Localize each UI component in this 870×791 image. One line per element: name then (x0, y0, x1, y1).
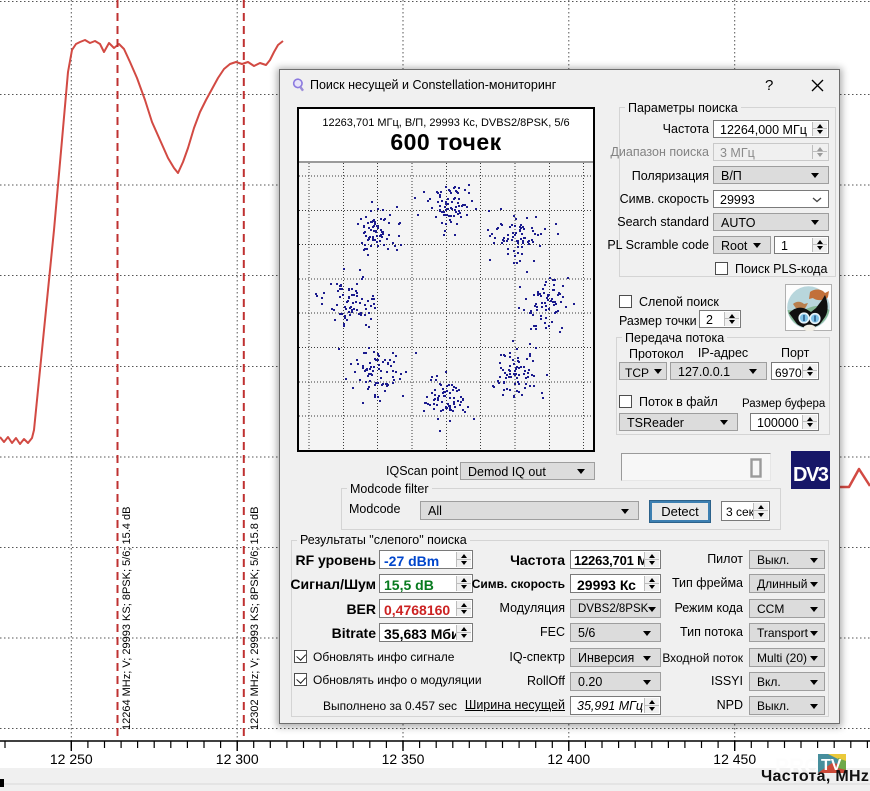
svg-text:12264 MHz; V; 29993 KS; 8PSK;: 12264 MHz; V; 29993 KS; 8PSK; 5/6; 15.4 … (121, 507, 133, 730)
svg-text:12 450: 12 450 (713, 751, 756, 767)
svg-text:DV3: DV3 (793, 464, 829, 486)
svg-text:12 400: 12 400 (547, 751, 590, 767)
svg-text:12 350: 12 350 (382, 751, 425, 767)
svg-text:12302 MHz; V; 29993 KS; 8PSK;: 12302 MHz; V; 29993 KS; 8PSK; 5/6; 15.8 … (249, 507, 261, 730)
svg-text:Частота, MHz: Частота, MHz (761, 768, 869, 785)
svg-text:12 250: 12 250 (50, 751, 93, 767)
svg-text:12 300: 12 300 (216, 751, 259, 767)
